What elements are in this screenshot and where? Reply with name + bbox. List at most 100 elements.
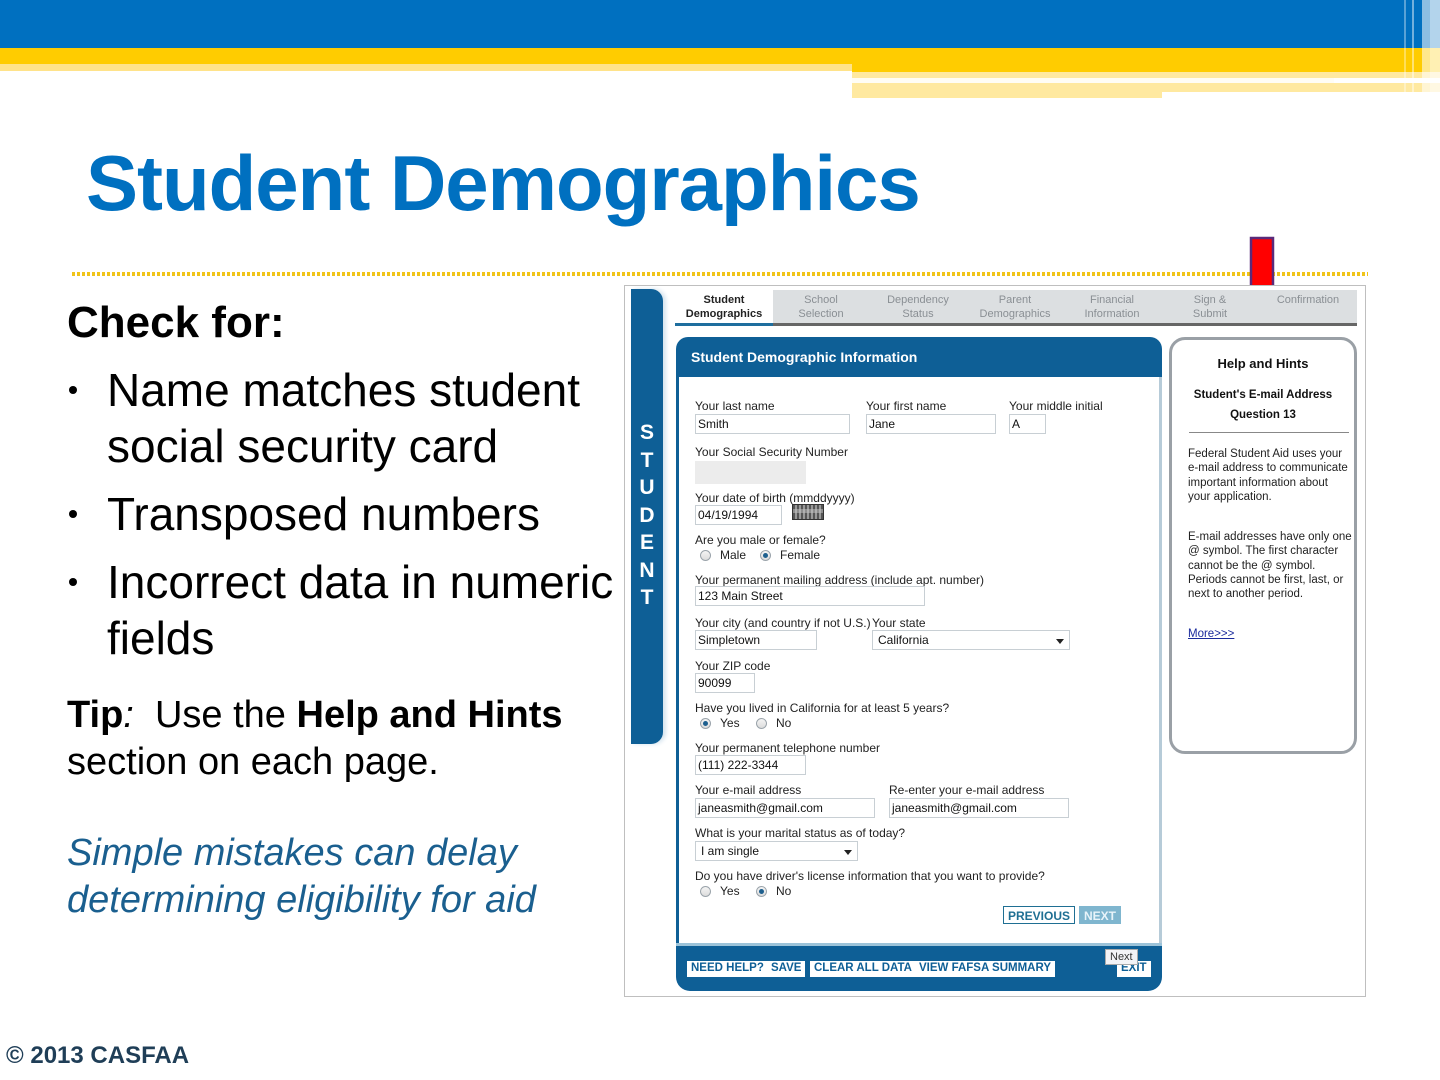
gender-label: Are you male or female? (695, 533, 826, 547)
ssn-label: Your Social Security Number (695, 445, 848, 459)
lived5-no-radio[interactable] (756, 718, 767, 729)
lived5-yes-radio[interactable] (700, 718, 711, 729)
dropdown-caret-icon (844, 850, 852, 855)
email-input[interactable]: janeasmith@gmail.com (695, 798, 875, 818)
keyboard-icon[interactable] (792, 504, 824, 520)
step-label: Parent (998, 294, 1032, 306)
first-name-input[interactable]: Jane (866, 414, 996, 434)
step-student-demographics[interactable]: Student Demographics (675, 290, 773, 326)
city-input[interactable]: Simpletown (695, 630, 817, 650)
tip-text-2: section on each page. (67, 741, 439, 783)
next-tooltip: Next (1105, 949, 1138, 965)
help-question-number: Question 13 (1230, 409, 1296, 421)
fafsa-screenshot: S T U D E N T Student Demographics School… (624, 285, 1366, 997)
side-tab-letter: N (639, 558, 655, 582)
step-financial-information[interactable]: Financial Information (1063, 290, 1161, 323)
tip-text: Tip: Use the Help and Hints section on e… (67, 692, 627, 786)
marital-label: What is your marital status as of today? (695, 826, 906, 840)
bullet-icon (69, 510, 77, 518)
help-subtitle: Student's E-mail Address Question 13 (1172, 385, 1354, 425)
check-item-text: Name matches student social security car… (107, 364, 581, 472)
step-label: Submit (1192, 308, 1228, 320)
previous-button[interactable]: PREVIOUS (1003, 906, 1076, 924)
check-item: Name matches student social security car… (67, 362, 627, 474)
marital-value: I am single (701, 844, 760, 858)
title-divider (72, 272, 1368, 276)
step-label: School (804, 294, 838, 306)
side-tab-letter: S (639, 421, 654, 444)
side-tab-letter: D (639, 503, 655, 527)
step-label: Status (902, 308, 934, 320)
step-confirmation[interactable]: Confirmation (1259, 290, 1357, 323)
step-label: Financial (1089, 294, 1135, 306)
lived5-no-label: No (776, 716, 792, 730)
license-yes-label: Yes (720, 884, 740, 898)
help-divider (1189, 432, 1349, 433)
check-list: Name matches student social security car… (67, 362, 627, 678)
zip-input[interactable]: 90099 (695, 673, 755, 693)
phone-input[interactable]: (111) 222-3344 (695, 755, 806, 775)
header-blue-band (0, 0, 1440, 48)
bullet-icon (69, 578, 77, 586)
gender-male-radio[interactable] (700, 550, 711, 561)
step-label: Demographics (979, 308, 1051, 320)
last-name-input[interactable]: Smith (695, 414, 850, 434)
help-and-hints-panel: Help and Hints Student's E-mail Address Q… (1169, 337, 1357, 754)
first-name-label: Your first name (866, 399, 947, 413)
gender-female-label: Female (780, 548, 821, 562)
form-panel: Your last name Smith Your first name Jan… (676, 377, 1162, 943)
license-no-label: No (776, 884, 792, 898)
step-label: Student (703, 294, 745, 306)
address-input[interactable]: 123 Main Street (695, 586, 925, 606)
check-item: Incorrect data in numeric fields (67, 554, 627, 666)
step-label: Confirmation (1276, 294, 1340, 306)
gender-female-radio[interactable] (760, 550, 771, 561)
header-pale-band (852, 92, 1162, 98)
tip-italic-note: Simple mistakes can delay determining el… (67, 832, 536, 921)
step-label: Selection (798, 308, 844, 320)
header-yellow-band (0, 48, 1440, 64)
tip-text-1: Use the (133, 694, 297, 736)
tip-colon: : (123, 694, 134, 736)
help-paragraph: E-mail addresses have only one @ symbol.… (1188, 531, 1352, 601)
state-select[interactable]: California (872, 630, 1070, 650)
step-dependency-status[interactable]: Dependency Status (869, 290, 967, 323)
clear-all-data-button[interactable]: CLEAR ALL DATA (810, 961, 916, 977)
step-label: Sign & (1193, 294, 1227, 306)
bullet-icon (69, 386, 77, 394)
step-sign-submit[interactable]: Sign & Submit (1161, 290, 1259, 323)
step-label: Dependency (887, 294, 949, 306)
marital-select[interactable]: I am single (695, 841, 858, 861)
tip-bold: Help and Hints (296, 694, 563, 736)
city-label: Your city (and country if not U.S.) (695, 616, 871, 630)
step-label: Information (1084, 308, 1140, 320)
side-tab-letter: E (639, 531, 654, 554)
view-fafsa-summary-button[interactable]: VIEW FAFSA SUMMARY (915, 961, 1056, 977)
check-item: Transposed numbers (67, 486, 627, 542)
email2-input[interactable]: janeasmith@gmail.com (889, 798, 1069, 818)
step-parent-demographics[interactable]: Parent Demographics (967, 290, 1063, 323)
license-yes-radio[interactable] (700, 886, 711, 897)
last-name-label: Your last name (695, 399, 775, 413)
side-tab-letter: U (639, 476, 655, 499)
progress-steps: Student Demographics School Selection Depe… (675, 290, 1357, 326)
need-help-button[interactable]: NEED HELP? (687, 961, 768, 977)
state-value: California (878, 633, 929, 647)
save-button[interactable]: SAVE (767, 961, 806, 977)
dropdown-caret-icon (1056, 639, 1064, 644)
side-tab-label: S T U D E N T (631, 419, 663, 612)
header-pale-band (852, 83, 1440, 92)
ssn-input[interactable] (695, 461, 806, 484)
step-school-selection[interactable]: School Selection (773, 290, 869, 323)
next-button[interactable]: NEXT (1079, 906, 1122, 924)
dob-input[interactable]: 04/19/1994 (695, 505, 782, 525)
check-heading: Check for: (67, 298, 285, 347)
tip-label: Tip (67, 694, 124, 736)
slide-title: Student Demographics (86, 139, 921, 227)
phone-label: Your permanent telephone number (695, 741, 881, 755)
license-no-radio[interactable] (756, 886, 767, 897)
side-tab-letter: T (640, 448, 654, 472)
middle-initial-input[interactable]: A (1009, 414, 1046, 434)
email2-label: Re-enter your e-mail address (889, 783, 1045, 797)
help-more-link[interactable]: More>>> (1188, 628, 1234, 640)
